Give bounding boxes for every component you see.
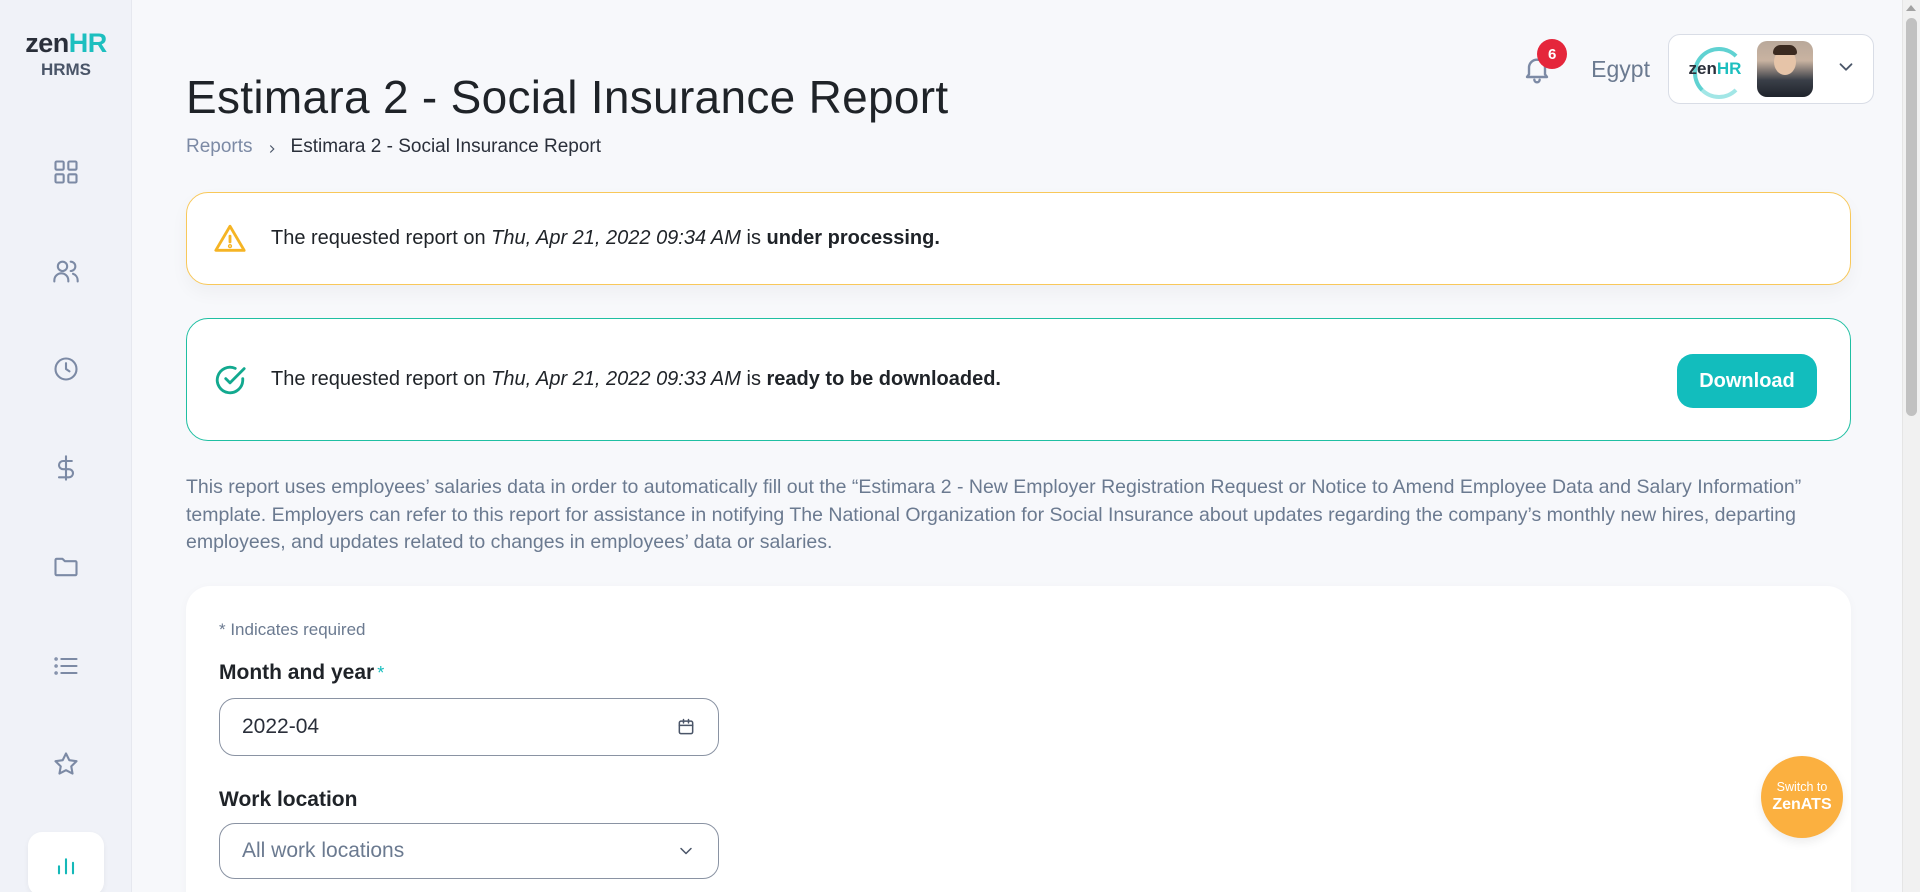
sidebar-item-documents[interactable]: [28, 535, 104, 599]
sidebar-item-performance[interactable]: [28, 732, 104, 796]
logo-text: zen: [25, 28, 69, 58]
month-year-label: Month and year *: [219, 661, 384, 685]
alert-prefix: The requested report on: [271, 368, 492, 390]
list-icon: [54, 657, 78, 675]
star-icon: [54, 752, 78, 775]
breadcrumb: Reports Estimara 2 - Social Insurance Re…: [186, 136, 601, 158]
switch-small-text: Switch to: [1776, 779, 1828, 794]
clock-icon: [54, 357, 78, 381]
report-form: * Indicates required Month and year * 202…: [186, 586, 1851, 892]
switch-to-zenats-button[interactable]: Switch to ZenATS: [1761, 756, 1843, 838]
logo-subtitle: HRMS: [40, 60, 92, 79]
sidebar-item-dashboard[interactable]: [28, 140, 104, 204]
required-mark: *: [377, 663, 385, 683]
alert-status: under processing.: [766, 227, 940, 249]
alert-date: Thu, Apr 21, 2022 09:33 AM: [491, 368, 741, 390]
dollar-icon: [57, 455, 75, 481]
calendar-icon[interactable]: [676, 717, 696, 737]
work-location-select[interactable]: All work locations: [219, 823, 719, 879]
notification-count-badge: 6: [1537, 39, 1568, 69]
month-year-value: 2022-04: [242, 715, 320, 738]
breadcrumb-current: Estimara 2 - Social Insurance Report: [290, 136, 601, 157]
notifications-button[interactable]: 6: [1517, 39, 1568, 89]
month-year-input[interactable]: 2022-04: [219, 698, 719, 756]
company-logo-accent: HR: [1716, 59, 1742, 78]
users-icon: [53, 260, 79, 283]
breadcrumb-reports-link[interactable]: Reports: [186, 136, 253, 158]
app-logo[interactable]: zenHR HRMS: [0, 28, 132, 80]
sidebar-item-requests[interactable]: [28, 634, 104, 698]
page-title: Estimara 2 - Social Insurance Report: [186, 71, 949, 123]
download-button[interactable]: Download: [1677, 354, 1817, 408]
month-year-label-text: Month and year: [219, 661, 375, 684]
account-menu[interactable]: zen HR: [1668, 34, 1874, 104]
alert-prefix: The requested report on: [271, 227, 492, 249]
bar-chart-icon: [57, 858, 75, 875]
folder-icon: [54, 557, 78, 577]
chevron-down-icon: [676, 841, 696, 861]
chevron-right-icon: [265, 140, 279, 154]
alert-mid: is: [740, 368, 767, 390]
ready-alert: The requested report on Thu, Apr 21, 202…: [186, 318, 1851, 441]
avatar: [1757, 41, 1813, 97]
country-selector[interactable]: Egypt: [1591, 56, 1650, 83]
work-location-value: All work locations: [242, 839, 405, 862]
page-scrollbar[interactable]: [1902, 0, 1920, 892]
required-note: * Indicates required: [219, 620, 366, 639]
alert-mid: is: [740, 227, 767, 249]
company-logo: zen HR: [1679, 43, 1751, 99]
sidebar-item-employees[interactable]: [28, 239, 104, 303]
alert-status: ready to be downloaded.: [766, 368, 1001, 390]
scroll-thumb[interactable]: [1906, 18, 1917, 416]
sidebar: zenHR HRMS: [0, 0, 132, 892]
header-actions: 6 Egypt zen HR: [1517, 34, 1874, 104]
processing-alert: The requested report on Thu, Apr 21, 202…: [186, 192, 1851, 285]
switch-big-text: ZenATS: [1772, 795, 1832, 813]
alert-date: Thu, Apr 21, 2022 09:34 AM: [491, 227, 741, 249]
report-description: This report uses employees’ salaries dat…: [186, 476, 1802, 553]
processing-alert-text: The requested report on Thu, Apr 21, 202…: [271, 227, 940, 250]
sidebar-item-payroll[interactable]: [28, 436, 104, 500]
company-logo-text: zen: [1688, 59, 1717, 78]
work-location-label: Work location: [219, 788, 358, 811]
logo-accent-text: HR: [68, 28, 108, 58]
sidebar-item-attendance[interactable]: [28, 337, 104, 401]
ready-alert-text: The requested report on Thu, Apr 21, 202…: [271, 368, 1001, 391]
check-circle-icon: [213, 363, 247, 397]
warning-icon: [213, 222, 247, 256]
scroll-up-arrow[interactable]: [1906, 5, 1916, 11]
sidebar-item-reports[interactable]: [28, 832, 104, 892]
grid-icon: [54, 160, 78, 184]
chevron-down-icon[interactable]: [1835, 56, 1857, 83]
